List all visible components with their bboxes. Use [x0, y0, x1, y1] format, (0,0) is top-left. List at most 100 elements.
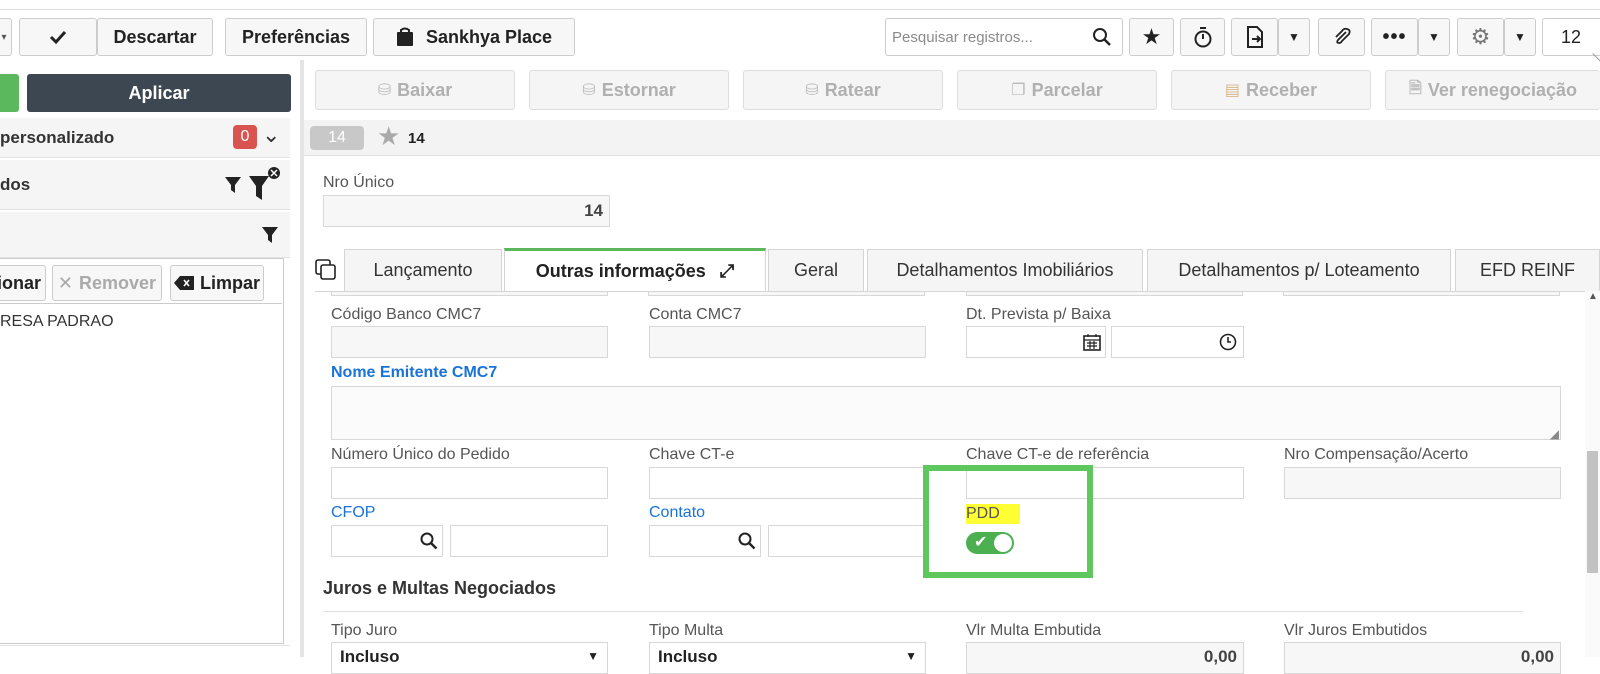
pdd-toggle[interactable]: ✔	[966, 532, 1014, 554]
confirm-button[interactable]	[19, 18, 97, 56]
list-item[interactable]: RESA PADRAO	[0, 303, 282, 339]
contato-code-field[interactable]	[649, 525, 761, 557]
partial-field-3	[966, 292, 1243, 296]
left-list-box: ionar ✕ Remover Limpar RESA PADRAO	[0, 258, 284, 644]
settings-button[interactable]: ⚙	[1457, 18, 1504, 56]
tab-geral[interactable]: Geral	[768, 249, 864, 291]
preferencias-button[interactable]: Preferências	[225, 18, 367, 56]
filter-row-3[interactable]	[0, 212, 290, 258]
tab-detalhamentos-loteamento[interactable]: Detalhamentos p/ Loteamento	[1147, 249, 1451, 291]
chave-cte-ref-label: Chave CT-e de referência	[966, 446, 1150, 463]
ratear-button[interactable]: ⛁ Ratear	[743, 70, 943, 110]
section-divider	[323, 611, 1523, 612]
check-icon	[49, 30, 67, 45]
limpar-button[interactable]: Limpar	[170, 265, 264, 301]
scrollbar-thumb[interactable]	[1587, 451, 1598, 573]
filter-dos-label: dos	[0, 174, 31, 194]
codigo-banco-field[interactable]	[331, 326, 608, 358]
document-search-icon: 🗎	[1409, 79, 1422, 97]
vlr-juros-label: Vlr Juros Embutidos	[1284, 622, 1428, 639]
search-icon[interactable]	[1092, 27, 1112, 47]
conta-cmc7-field[interactable]	[649, 326, 926, 358]
money-undo-icon: ⛁	[582, 82, 596, 99]
filter-clear-icon[interactable]	[248, 166, 284, 204]
caret-down-icon: ▼	[1514, 30, 1526, 44]
adicionar-label: ionar	[0, 272, 41, 293]
nro-unico-value: 14	[584, 201, 603, 220]
toggle-knob	[994, 534, 1012, 552]
favorite-button[interactable]: ★	[1129, 18, 1174, 56]
search-box[interactable]	[885, 18, 1123, 56]
filter-icon[interactable]	[261, 226, 279, 244]
contato-label: Contato	[649, 504, 706, 521]
expand-icon[interactable]: ⤢	[720, 261, 734, 282]
left-filter-panel: Aplicar personalizado 0 ⌄ dos ionar ✕ Re…	[0, 60, 292, 657]
tipo-multa-select[interactable]: Incluso ▼	[649, 642, 926, 674]
backspace-icon	[173, 276, 194, 290]
contato-desc-field[interactable]	[768, 525, 926, 557]
cfop-desc-field[interactable]	[450, 525, 608, 557]
ver-renegociacao-label: Ver renegociação	[1427, 79, 1577, 100]
receber-button[interactable]: ▤ Receber	[1171, 70, 1371, 110]
attach-button[interactable]	[1318, 18, 1365, 56]
page-number-field[interactable]: 12	[1542, 18, 1600, 56]
aplicar-button[interactable]: Aplicar	[27, 74, 291, 112]
tab-detalhamentos-imobiliarios[interactable]: Detalhamentos Imobiliários	[867, 249, 1143, 291]
cfop-code-field[interactable]	[331, 525, 443, 557]
dt-prevista-time-field[interactable]	[1111, 326, 1244, 358]
star-icon[interactable]: ★	[377, 121, 400, 152]
duplicate-icon[interactable]	[315, 259, 337, 281]
tab-efd-reinf[interactable]: EFD REINF	[1455, 249, 1600, 291]
filter-icon[interactable]	[224, 176, 242, 194]
green-button[interactable]	[0, 74, 19, 112]
sankhya-place-button[interactable]: Sankhya Place	[373, 18, 575, 56]
more-dropdown-button[interactable]: ▼	[1418, 18, 1450, 56]
dropdown-edge-button[interactable]: ▾	[0, 18, 12, 56]
clock-icon[interactable]	[1219, 333, 1237, 351]
bag-icon	[396, 27, 413, 46]
remover-button[interactable]: ✕ Remover	[52, 265, 162, 301]
descartar-button[interactable]: Descartar	[97, 18, 213, 56]
chave-cte-field[interactable]	[649, 467, 926, 499]
juros-section-title: Juros e Multas Negociados	[323, 578, 557, 598]
scroll-up-icon[interactable]: ▲	[1588, 291, 1598, 302]
vlr-multa-value: 0,00	[1203, 647, 1237, 666]
caret-down-icon: ▼	[1288, 30, 1300, 44]
tab-outras-informacoes[interactable]: Outras informações ⤢	[504, 248, 766, 291]
ver-renegociacao-button[interactable]: 🗎 Ver renegociação	[1385, 70, 1600, 110]
estornar-button[interactable]: ⛁ Estornar	[529, 70, 729, 110]
export-dropdown-button[interactable]: ▼	[1278, 18, 1310, 56]
more-button[interactable]: •••	[1371, 18, 1418, 56]
filter-personalizado-row[interactable]: personalizado 0 ⌄	[0, 118, 290, 158]
parcelar-button[interactable]: ❐ Parcelar	[957, 70, 1157, 110]
nome-emitente-field[interactable]: ◢	[331, 386, 1561, 441]
tipo-multa-value: Incluso	[658, 647, 718, 666]
tab-lancamento[interactable]: Lançamento	[344, 249, 502, 291]
adicionar-button[interactable]: ionar	[0, 265, 46, 301]
numero-pedido-field[interactable]	[331, 467, 608, 499]
filter-dos-row[interactable]: dos	[0, 160, 290, 210]
search-icon[interactable]	[738, 532, 756, 550]
export-button[interactable]	[1231, 18, 1278, 56]
caret-down-icon: ▼	[587, 649, 599, 663]
tab-label: Detalhamentos p/ Loteamento	[1178, 260, 1420, 280]
vlr-juros-field[interactable]: 0,00	[1284, 642, 1561, 674]
tipo-juro-select[interactable]: Incluso ▼	[331, 642, 608, 674]
timer-button[interactable]	[1180, 18, 1225, 56]
nro-compensacao-field[interactable]	[1284, 467, 1561, 499]
vlr-multa-field[interactable]: 0,00	[966, 642, 1244, 674]
dt-prevista-date-field[interactable]	[966, 326, 1106, 358]
limpar-label: Limpar	[199, 272, 260, 293]
calendar-icon[interactable]	[1083, 333, 1101, 351]
settings-dropdown-button[interactable]: ▼	[1504, 18, 1536, 56]
baixar-button[interactable]: ⛁ Baixar	[315, 70, 515, 110]
resize-handle-icon[interactable]: ◢	[1550, 427, 1559, 441]
search-input[interactable]	[886, 28, 1086, 46]
scrollbar-track[interactable]: ▲	[1585, 291, 1600, 657]
baixar-label: Baixar	[397, 79, 453, 100]
top-bar-edge	[0, 0, 1600, 10]
search-icon[interactable]	[420, 532, 438, 550]
chevron-down-icon[interactable]: ⌄	[262, 122, 280, 148]
receive-card-icon: ▤	[1224, 82, 1241, 99]
remover-label: Remover	[79, 272, 157, 293]
